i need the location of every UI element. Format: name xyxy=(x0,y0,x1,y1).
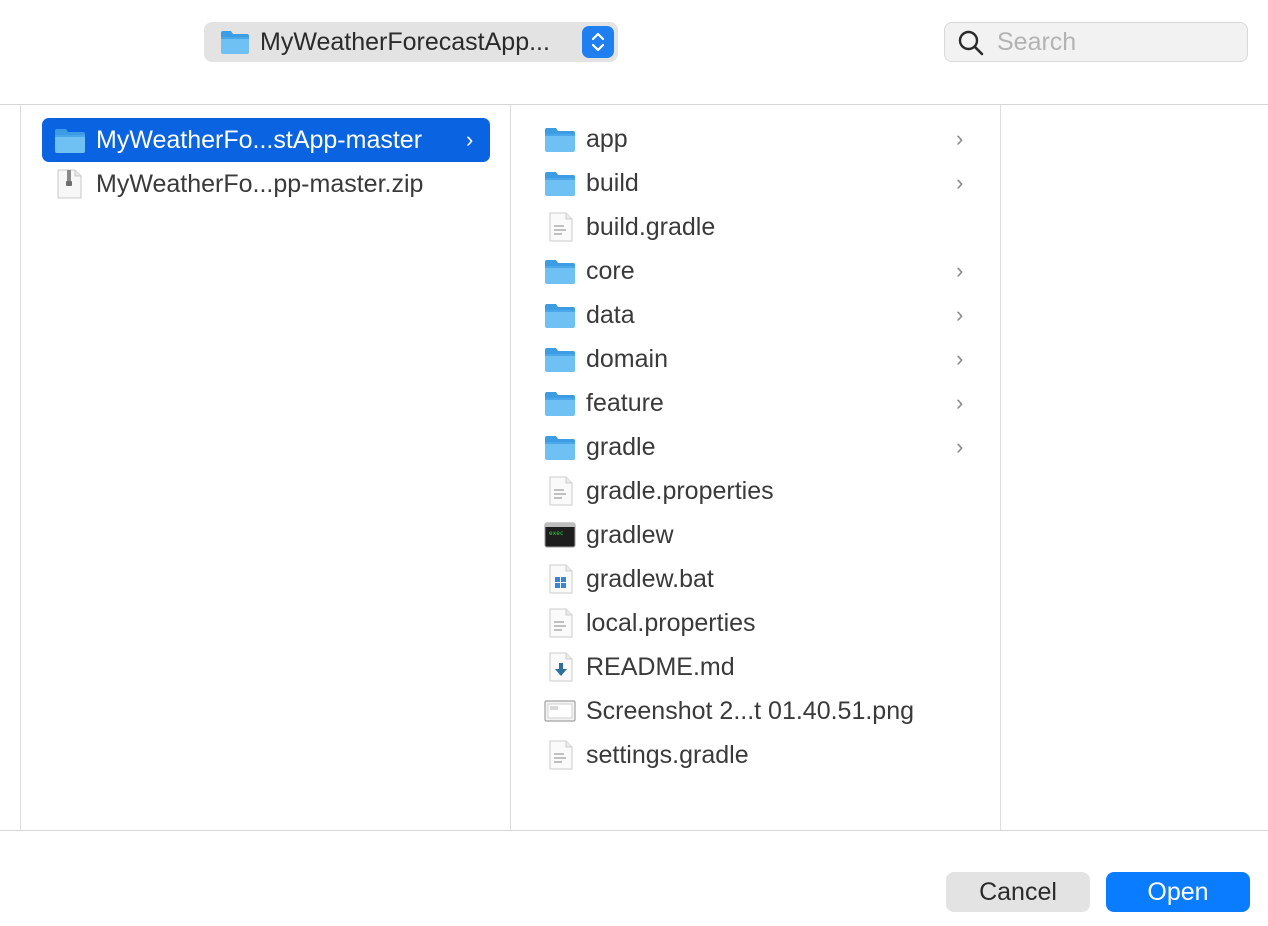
list-item[interactable]: app › xyxy=(530,117,980,161)
column-browser: MyWeatherFo...stApp-master › MyWeatherFo… xyxy=(0,105,1268,831)
chevron-right-icon: › xyxy=(956,126,964,151)
list-item-label: data xyxy=(586,301,635,329)
list-item-label: build xyxy=(586,169,639,197)
popup-stepper-icon xyxy=(582,26,614,58)
location-popup-button[interactable]: MyWeatherForecastApp... xyxy=(204,22,618,62)
text-file-icon xyxy=(544,740,576,784)
list-item[interactable]: core › xyxy=(530,249,980,293)
chevron-right-icon: › xyxy=(956,434,964,459)
dialog-footer: Cancel Open xyxy=(0,831,1268,926)
location-popup-label: MyWeatherForecastApp... xyxy=(260,28,550,56)
list-item[interactable]: gradle.properties xyxy=(530,469,980,513)
open-button[interactable]: Open xyxy=(1106,872,1250,912)
list-item-label: Screenshot 2...t 01.40.51.png xyxy=(586,697,915,725)
chevron-right-icon: › xyxy=(956,258,964,283)
column-divider[interactable] xyxy=(510,105,511,830)
chevron-right-icon: › xyxy=(956,346,964,371)
list-item-label: feature xyxy=(586,389,664,417)
list-item[interactable]: exec gradlew xyxy=(530,513,980,557)
search-input[interactable] xyxy=(997,25,1237,59)
list-item-label: core xyxy=(586,257,635,285)
list-item[interactable]: settings.gradle xyxy=(530,733,980,777)
list-item-label: local.properties xyxy=(586,609,756,637)
list-item[interactable]: gradle › xyxy=(530,425,980,469)
cancel-button[interactable]: Cancel xyxy=(946,872,1090,912)
chevron-right-icon: › xyxy=(466,127,474,152)
column-divider[interactable] xyxy=(20,105,21,830)
list-item[interactable]: local.properties xyxy=(530,601,980,645)
list-item[interactable]: domain › xyxy=(530,337,980,381)
folder-icon xyxy=(220,28,250,61)
list-item-label: MyWeatherFo...pp-master.zip xyxy=(96,170,424,198)
list-item-label: gradlew.bat xyxy=(586,565,714,593)
list-item[interactable]: data › xyxy=(530,293,980,337)
column-divider[interactable] xyxy=(1000,105,1001,830)
search-icon xyxy=(957,29,985,62)
list-item-label: domain xyxy=(586,345,668,373)
svg-text:exec: exec xyxy=(549,530,564,537)
dialog-toolbar: MyWeatherForecastApp... xyxy=(0,0,1268,105)
list-item[interactable]: build.gradle xyxy=(530,205,980,249)
chevron-right-icon: › xyxy=(956,170,964,195)
list-item-label: gradle xyxy=(586,433,656,461)
list-item-label: MyWeatherFo...stApp-master xyxy=(96,126,423,154)
list-item-label: settings.gradle xyxy=(586,741,749,769)
zip-file-icon xyxy=(54,169,86,213)
list-item[interactable]: Screenshot 2...t 01.40.51.png xyxy=(530,689,980,733)
chevron-right-icon: › xyxy=(956,390,964,415)
search-field[interactable] xyxy=(944,22,1248,62)
list-item[interactable]: MyWeatherFo...pp-master.zip xyxy=(42,162,490,206)
list-item-label: gradlew xyxy=(586,521,674,549)
list-item-label: README.md xyxy=(586,653,735,681)
list-item[interactable]: build › xyxy=(530,161,980,205)
list-item-label: gradle.properties xyxy=(586,477,774,505)
list-item[interactable]: gradlew.bat xyxy=(530,557,980,601)
list-item[interactable]: README.md xyxy=(530,645,980,689)
list-item[interactable]: feature › xyxy=(530,381,980,425)
list-item-label: app xyxy=(586,125,628,153)
chevron-right-icon: › xyxy=(956,302,964,327)
list-item-label: build.gradle xyxy=(586,213,716,241)
list-item[interactable]: MyWeatherFo...stApp-master › xyxy=(42,118,490,162)
